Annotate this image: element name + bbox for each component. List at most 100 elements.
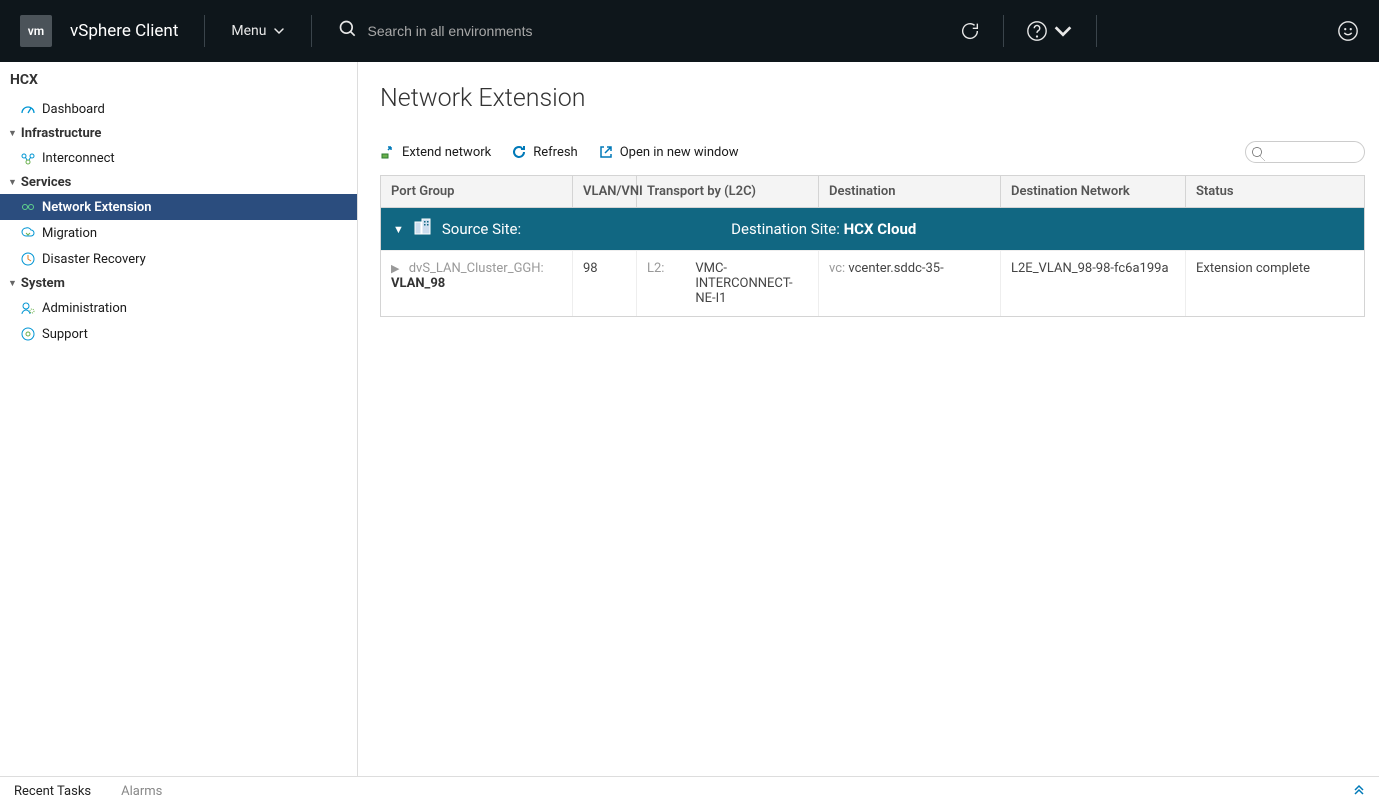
tab-alarms[interactable]: Alarms xyxy=(121,784,162,799)
sidebar-item-label: Dashboard xyxy=(42,102,347,117)
col-dest[interactable]: Destination xyxy=(819,176,1001,207)
caret-right-icon[interactable]: ▶ xyxy=(391,262,399,275)
search-wrap xyxy=(338,19,942,43)
cell-status: Extension complete xyxy=(1186,251,1364,316)
cell-port-group: ▶ dvS_LAN_Cluster_GGH: VLAN_98 xyxy=(381,251,573,316)
help-icon xyxy=(1026,20,1048,42)
divider xyxy=(1096,15,1097,47)
toolbar: Extend network Refresh Open in new windo… xyxy=(380,141,1365,163)
extensions-table: Port Group VLAN/VNI Transport by (L2C) D… xyxy=(380,175,1365,317)
refresh-icon xyxy=(959,20,981,42)
extend-network-label: Extend network xyxy=(402,145,491,160)
chevron-down-icon xyxy=(1052,20,1074,42)
refresh-button[interactable]: Refresh xyxy=(511,144,577,160)
sidebar-group-infrastructure[interactable]: ▼ Infrastructure xyxy=(0,122,357,145)
open-new-label: Open in new window xyxy=(620,145,739,160)
destination-site-value: HCX Cloud xyxy=(844,220,917,238)
caret-down-icon: ▼ xyxy=(8,278,17,289)
admin-icon xyxy=(20,300,36,316)
menu-button[interactable]: Menu xyxy=(231,23,284,39)
col-port-group[interactable]: Port Group xyxy=(381,176,573,207)
col-l2c[interactable]: Transport by (L2C) xyxy=(637,176,819,207)
sidebar-item-label: Support xyxy=(42,327,347,342)
open-new-window-button[interactable]: Open in new window xyxy=(598,144,739,160)
tab-recent-tasks[interactable]: Recent Tasks xyxy=(14,784,91,799)
refresh-button[interactable] xyxy=(959,20,981,42)
dest-prefix: vc: xyxy=(829,261,845,276)
sidebar-root: HCX xyxy=(0,72,357,96)
table-search-input[interactable] xyxy=(1245,141,1365,163)
source-site-label: Source Site: xyxy=(442,220,521,238)
port-group-name: VLAN_98 xyxy=(391,276,445,291)
sidebar-item-support[interactable]: Support xyxy=(0,321,357,347)
l2c-prefix: L2: xyxy=(647,261,664,276)
sidebar-item-label: Network Extension xyxy=(42,200,347,215)
divider xyxy=(1003,15,1004,47)
sidebar-group-label: Services xyxy=(21,175,71,190)
content: Network Extension Extend network Refresh… xyxy=(358,62,1379,776)
site-group-row[interactable]: ▼ Source Site: Destination Site: HCX Clo… xyxy=(381,208,1364,250)
col-status[interactable]: Status xyxy=(1186,176,1364,207)
sidebar-item-label: Migration xyxy=(42,226,347,241)
sidebar-group-services[interactable]: ▼ Services xyxy=(0,171,357,194)
sidebar-item-label: Administration xyxy=(42,301,347,316)
sidebar-item-label: Interconnect xyxy=(42,151,347,166)
search-input[interactable] xyxy=(368,23,668,39)
topbar: vm vSphere Client Menu xyxy=(0,0,1379,62)
external-link-icon xyxy=(598,144,614,160)
sidebar-item-label: Disaster Recovery xyxy=(42,252,347,267)
sidebar-group-label: System xyxy=(21,276,65,291)
cell-vlan: 98 xyxy=(573,251,637,316)
destination-site: Destination Site: HCX Cloud xyxy=(731,220,916,238)
sidebar-item-interconnect[interactable]: Interconnect xyxy=(0,145,357,171)
sidebar-item-network-extension[interactable]: Network Extension xyxy=(0,194,357,220)
vm-logo-text: vm xyxy=(28,24,44,38)
main: HCX Dashboard ▼ Infrastructure Interconn… xyxy=(0,62,1379,776)
smiley-icon xyxy=(1337,20,1359,42)
cell-l2c: L2: VMC-INTERCONNECT-NE-I1 xyxy=(637,251,819,316)
smiley-button[interactable] xyxy=(1337,20,1359,42)
sidebar-item-disaster-recovery[interactable]: Disaster Recovery xyxy=(0,246,357,272)
sidebar-item-migration[interactable]: Migration xyxy=(0,220,357,246)
extend-network-button[interactable]: Extend network xyxy=(380,144,491,160)
topbar-right-icons xyxy=(959,15,1359,47)
cell-dest-net: L2E_VLAN_98-98-fc6a199a xyxy=(1001,251,1186,316)
refresh-label: Refresh xyxy=(533,145,577,160)
table-row[interactable]: ▶ dvS_LAN_Cluster_GGH: VLAN_98 98 L2: VM… xyxy=(381,250,1364,316)
app-title: vSphere Client xyxy=(70,21,178,41)
port-group-prefix: dvS_LAN_Cluster_GGH: xyxy=(409,261,544,276)
dest-name: vcenter.sddc-35- xyxy=(848,261,943,276)
disaster-recovery-icon xyxy=(20,251,36,267)
divider xyxy=(204,15,205,47)
divider xyxy=(311,15,312,47)
gauge-icon xyxy=(20,101,36,117)
interconnect-icon xyxy=(20,150,36,166)
bottombar: Recent Tasks Alarms xyxy=(0,776,1379,806)
col-dest-net[interactable]: Destination Network xyxy=(1001,176,1186,207)
caret-down-icon: ▼ xyxy=(8,128,17,139)
sidebar-item-administration[interactable]: Administration xyxy=(0,295,357,321)
menu-label: Menu xyxy=(231,23,266,39)
destination-site-label: Destination Site: xyxy=(731,220,840,238)
migration-icon xyxy=(20,225,36,241)
sidebar-group-label: Infrastructure xyxy=(21,126,101,141)
sidebar-group-system[interactable]: ▼ System xyxy=(0,272,357,295)
expand-panel-button[interactable] xyxy=(1353,784,1365,800)
network-extension-icon xyxy=(20,199,36,215)
page-title: Network Extension xyxy=(380,84,1365,113)
refresh-icon xyxy=(511,144,527,160)
extend-network-icon xyxy=(380,144,396,160)
table-header: Port Group VLAN/VNI Transport by (L2C) D… xyxy=(381,176,1364,208)
search-icon xyxy=(338,19,358,43)
caret-down-icon[interactable]: ▼ xyxy=(393,223,404,236)
buildings-icon xyxy=(414,218,432,240)
sidebar: HCX Dashboard ▼ Infrastructure Interconn… xyxy=(0,62,358,776)
l2c-name: VMC-INTERCONNECT-NE-I1 xyxy=(695,261,808,306)
caret-down-icon: ▼ xyxy=(8,177,17,188)
col-vlan[interactable]: VLAN/VNI xyxy=(573,176,637,207)
double-chevron-up-icon xyxy=(1353,784,1365,796)
help-button[interactable] xyxy=(1026,20,1074,42)
cell-dest: vc: vcenter.sddc-35- xyxy=(819,251,1001,316)
sidebar-item-dashboard[interactable]: Dashboard xyxy=(0,96,357,122)
chevron-down-icon xyxy=(273,25,285,37)
